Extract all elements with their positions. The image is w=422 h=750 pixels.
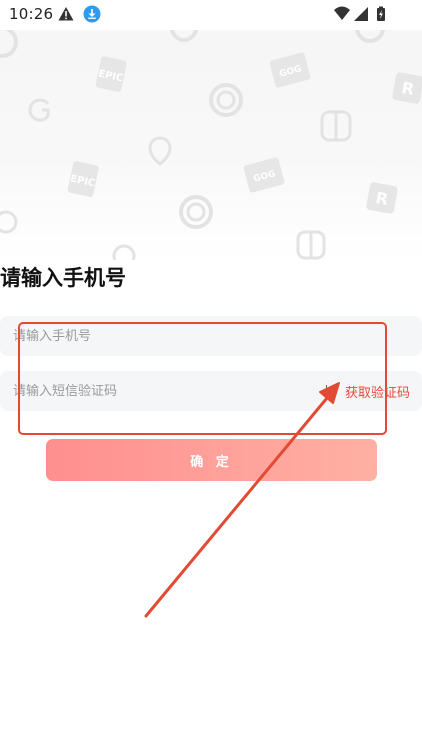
location-pin-icon [148,136,172,166]
logo-watermark-background: EPIC EPIC GOG GOG R R [0,30,422,260]
g-logo-icon [28,98,50,122]
ubisoft-logo-icon [209,83,243,117]
status-time: 10:26 [9,5,54,23]
page-title: 请输入手机号 [0,266,126,290]
g-logo-icon [0,30,18,58]
sms-code-field: 获取验证码 [0,371,422,411]
ubisoft-logo-icon [355,30,385,43]
status-bar: 10:26 [0,0,422,30]
phone-input[interactable] [13,316,313,356]
confirm-button[interactable]: 确 定 [46,439,377,481]
download-icon [83,5,101,23]
phone-field [0,316,422,356]
signal-icon [354,7,368,21]
ubisoft-logo-icon [179,195,213,229]
field-divider [326,385,327,397]
location-pin-icon [170,30,198,42]
warning-icon [58,7,74,21]
login-page: 10:26 EPIC EPIC GOG GOG R R 请输入手机号 请输入手机… [0,0,422,750]
status-right-icons [334,6,385,21]
sms-code-input[interactable] [13,371,313,411]
get-code-button[interactable]: 获取验证码 [345,382,410,401]
battery-charging-icon [377,6,385,21]
wifi-icon [334,6,350,20]
